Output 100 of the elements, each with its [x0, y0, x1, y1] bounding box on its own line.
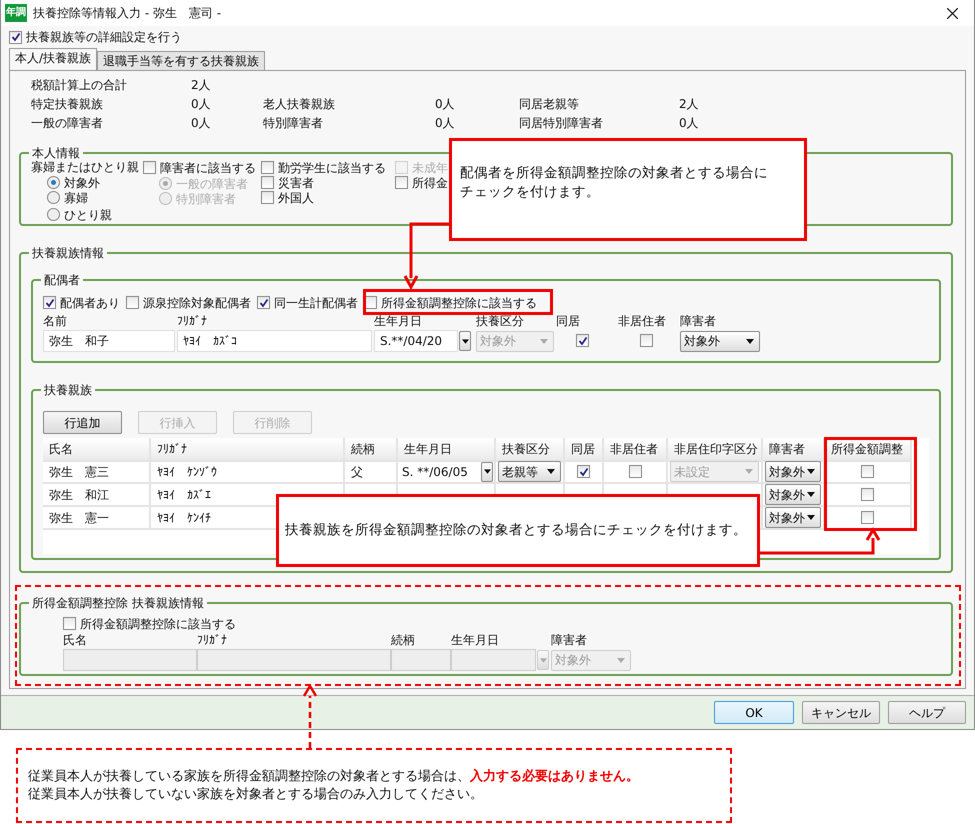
caret-icon: [807, 469, 815, 474]
window-title: 扶養控除等情報入力 - 弥生 憲司 -: [33, 6, 222, 20]
checkbox-label[interactable]: 障害者に該当する: [160, 160, 256, 174]
checkbox-label[interactable]: 配偶者あり: [60, 296, 120, 310]
field-label: 続柄: [391, 633, 416, 649]
date-field[interactable]: S.**/04/20: [374, 330, 458, 352]
checkbox-label[interactable]: 所得金: [412, 176, 448, 190]
column-header: 生年月日: [398, 438, 496, 462]
checkbox[interactable]: [43, 296, 56, 309]
note-text: 従業員本人が扶養している家族を所得金額調整控除の対象者とする場合は、入力する必要はありません。: [28, 768, 640, 786]
dropdown-button[interactable]: [481, 462, 493, 482]
summary-value: 0人: [679, 116, 700, 130]
summary-label: 特定扶養親族: [31, 96, 104, 110]
summary-label: 特別障害者: [263, 116, 324, 130]
checkbox[interactable]: [395, 176, 408, 189]
column-header: 障害者: [763, 438, 825, 462]
group-title: 本人情報: [31, 146, 81, 160]
radio-button[interactable]: [47, 208, 60, 221]
tab[interactable]: 本人/扶養親族: [9, 48, 98, 70]
caret-icon: [745, 469, 753, 474]
column-header: 扶養区分: [496, 438, 565, 462]
dropdown[interactable]: 対象外: [765, 484, 821, 505]
date-field[interactable]: [451, 649, 536, 671]
summary-value: 0人: [191, 116, 212, 130]
callout-box: 配偶者を所得金額調整控除の対象者とする場合にチェックを付けます。: [449, 138, 807, 241]
checkbox-label[interactable]: 扶養親族等の詳細設定を行う: [26, 30, 182, 44]
summary-label: 老人扶養親族: [263, 96, 336, 110]
checkbox[interactable]: [126, 296, 139, 309]
field-label: 氏名: [63, 633, 88, 649]
group-title: 所得金額調整控除 扶養親族情報: [31, 596, 205, 610]
radio-label[interactable]: 寡婦: [64, 190, 88, 204]
checkbox[interactable]: [576, 334, 589, 348]
checkbox-label[interactable]: 災害者: [278, 176, 314, 190]
checkbox[interactable]: [257, 296, 270, 309]
input-field[interactable]: [391, 649, 451, 671]
summary-value: 0人: [435, 116, 456, 130]
field-label: 同居: [556, 314, 581, 330]
caret-icon: [462, 338, 468, 344]
checkbox[interactable]: [640, 334, 653, 346]
field-label: 非居住者: [618, 314, 667, 330]
dialog-button[interactable]: ヘルプ: [888, 701, 966, 724]
dropdown[interactable]: 老親等: [498, 461, 561, 482]
checkbox[interactable]: [143, 161, 156, 174]
table-cell: 弥生 憲一: [43, 507, 151, 530]
checkbox-label[interactable]: 外国人: [278, 190, 314, 204]
column-header: 同居: [565, 438, 604, 462]
radio-label[interactable]: 対象外: [64, 176, 100, 190]
group-title: 扶養親族情報: [31, 246, 105, 260]
checkbox-label[interactable]: 所得金額調整控除に該当する: [80, 616, 236, 630]
input-field[interactable]: [197, 649, 391, 671]
radio-button[interactable]: [47, 191, 60, 204]
checkbox[interactable]: [861, 488, 874, 501]
row-button[interactable]: 行追加: [43, 411, 122, 434]
dialog-button[interactable]: OK: [714, 701, 794, 724]
close-icon[interactable]: [947, 8, 958, 18]
dropdown[interactable]: 対象外: [765, 461, 821, 482]
radio-button[interactable]: [47, 176, 60, 189]
checkbox-label[interactable]: 同一生計配偶者: [274, 296, 358, 310]
group-title: 扶養親族: [43, 383, 93, 397]
checkbox[interactable]: [861, 511, 874, 524]
kana-field[interactable]: ﾔﾖｲ ｶｽﾞｺ: [177, 330, 372, 352]
field-label: 名前: [43, 314, 68, 330]
checkbox[interactable]: [628, 465, 642, 478]
table-cell: S. **/06/05: [402, 464, 468, 478]
table-cell: 父: [345, 461, 398, 484]
checkbox[interactable]: [9, 30, 22, 44]
column-header: 氏名: [43, 438, 151, 462]
callout-box: 扶養親族を所得金額調整控除の対象者とする場合にチェックを付けます。: [276, 494, 760, 567]
name-field[interactable]: 弥生 和子: [43, 330, 175, 352]
summary-value: 0人: [191, 96, 212, 110]
dropdown[interactable]: 対象外: [680, 330, 760, 352]
checkbox-label[interactable]: 勤労学生に該当する: [278, 160, 386, 174]
field-label: 生年月日: [451, 633, 500, 649]
checkbox[interactable]: [261, 161, 274, 174]
checkbox-label[interactable]: 源泉控除対象配偶者: [143, 296, 251, 310]
input-field[interactable]: [63, 649, 197, 671]
caret-icon: [547, 469, 555, 474]
checkbox[interactable]: [261, 191, 274, 204]
checkbox[interactable]: [861, 465, 874, 478]
dropdown-button[interactable]: [459, 331, 471, 351]
tab[interactable]: 退職手当等を有する扶養親族: [97, 51, 266, 70]
checkbox-label[interactable]: 所得金額調整控除に該当する: [381, 296, 537, 310]
caret-icon: [540, 658, 546, 662]
column-header: 非居住印字区分: [668, 438, 763, 462]
field-label: 障害者: [680, 314, 717, 330]
checkbox[interactable]: [577, 465, 590, 478]
group-title: 配偶者: [43, 273, 81, 287]
field-label: 生年月日: [374, 314, 423, 330]
dialog-button[interactable]: キャンセル: [802, 701, 880, 724]
field-label: ﾌﾘｶﾞﾅ: [197, 633, 228, 649]
column-header: 続柄: [345, 438, 398, 462]
dropdown[interactable]: 対象外: [765, 507, 821, 528]
note-text: 従業員本人が扶養していない家族を対象者とする場合のみ入力してください。: [28, 786, 484, 804]
checkbox[interactable]: [261, 176, 274, 189]
caret-icon: [617, 658, 625, 662]
caret-icon: [746, 338, 754, 344]
summary-value: 2人: [679, 96, 700, 110]
radio-label[interactable]: ひとり親: [64, 208, 112, 222]
checkbox[interactable]: [63, 617, 76, 630]
field-label: 寡婦またはひとり親: [31, 160, 140, 174]
